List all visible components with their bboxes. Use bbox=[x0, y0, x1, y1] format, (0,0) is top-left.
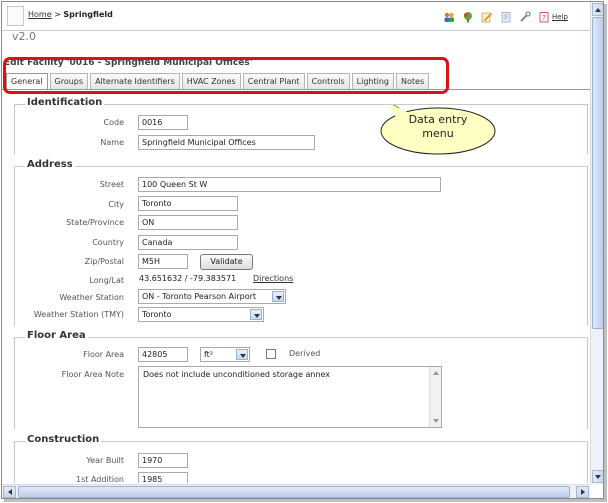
version-label: v2.0 bbox=[12, 30, 37, 43]
derived-checkbox[interactable] bbox=[266, 349, 276, 359]
derived-label: Derived bbox=[289, 349, 321, 358]
frame-shadow bbox=[604, 4, 607, 502]
address-title: Address bbox=[25, 159, 75, 170]
weather-station-tmy-select[interactable]: Toronto bbox=[138, 307, 264, 322]
vertical-scroll-thumb[interactable] bbox=[592, 17, 603, 329]
floor-area-note-textarea[interactable]: Does not include unconditioned storage a… bbox=[138, 366, 442, 428]
frame-shadow bbox=[4, 499, 607, 502]
floor-area-note-text: Does not include unconditioned storage a… bbox=[143, 370, 331, 379]
scroll-up-icon[interactable] bbox=[592, 3, 603, 16]
weather-station-label: Weather Station bbox=[59, 293, 124, 302]
app-window: Home > Springfield ? Help v2.0 Edit Faci… bbox=[1, 1, 604, 499]
top-divider bbox=[2, 30, 590, 31]
street-label: Street bbox=[99, 180, 124, 189]
state-field[interactable]: ON bbox=[138, 215, 238, 230]
tree-icon[interactable] bbox=[462, 11, 474, 23]
validate-button[interactable]: Validate bbox=[200, 254, 253, 270]
floor-area-field[interactable]: 42805 bbox=[138, 347, 188, 362]
zip-field[interactable]: M5H bbox=[138, 254, 188, 269]
longlat-value: 43.651632 / -79.383571 bbox=[139, 274, 237, 283]
chevron-down-icon[interactable] bbox=[272, 291, 284, 302]
directions-link[interactable]: Directions bbox=[253, 274, 293, 283]
floor-area-unit-select[interactable]: ft² bbox=[200, 347, 250, 362]
floor-area-unit-value: ft² bbox=[204, 350, 214, 359]
code-field[interactable]: 0016 bbox=[138, 115, 188, 130]
weather-station-tmy-value: Toronto bbox=[142, 310, 172, 319]
logo bbox=[7, 6, 24, 26]
help-button[interactable]: ? Help bbox=[538, 11, 568, 23]
horizontal-scrollbar[interactable] bbox=[2, 484, 590, 498]
note-icon[interactable] bbox=[500, 11, 512, 23]
weather-station-tmy-label: Weather Station (TMY) bbox=[33, 310, 124, 319]
tab-menu-highlight bbox=[3, 57, 449, 94]
country-label: Country bbox=[92, 238, 124, 247]
help-icon: ? bbox=[539, 12, 549, 23]
name-label: Name bbox=[100, 138, 124, 147]
scroll-left-icon[interactable] bbox=[3, 486, 16, 498]
city-label: City bbox=[108, 200, 124, 209]
weather-station-value: ON - Toronto Pearson Airport bbox=[142, 292, 257, 301]
identification-title: Identification bbox=[25, 97, 105, 108]
longlat-label: Long/Lat bbox=[89, 276, 124, 285]
year-built-label: Year Built bbox=[86, 456, 124, 465]
breadcrumb: Home > Springfield bbox=[28, 10, 113, 19]
edit-icon[interactable] bbox=[481, 11, 493, 23]
callout-text: Data entry menu bbox=[408, 113, 468, 140]
country-field[interactable]: Canada bbox=[138, 235, 238, 250]
name-field[interactable]: Springfield Municipal Offices bbox=[138, 135, 315, 150]
city-field[interactable]: Toronto bbox=[138, 196, 238, 211]
callout-bubble: Data entry menu bbox=[379, 105, 497, 156]
year-built-field[interactable]: 1970 bbox=[138, 453, 188, 468]
horizontal-scroll-thumb[interactable] bbox=[18, 486, 570, 498]
weather-station-select[interactable]: ON - Toronto Pearson Airport bbox=[138, 289, 286, 304]
first-addition-label: 1st Addition bbox=[76, 475, 124, 483]
form-content: Identification Code 0016 Name Springfiel… bbox=[2, 90, 590, 483]
svg-text:?: ? bbox=[542, 14, 546, 22]
construction-title: Construction bbox=[25, 434, 102, 445]
breadcrumb-current: Springfield bbox=[63, 10, 113, 19]
chevron-down-icon[interactable] bbox=[236, 349, 248, 360]
code-label: Code bbox=[103, 118, 124, 127]
zip-label: Zip/Postal bbox=[84, 257, 124, 266]
help-link[interactable]: Help bbox=[552, 13, 568, 21]
chevron-down-icon[interactable] bbox=[250, 309, 262, 320]
breadcrumb-separator: > bbox=[54, 10, 61, 19]
street-field[interactable]: 100 Queen St W bbox=[138, 177, 441, 192]
textarea-scrollbar[interactable] bbox=[429, 367, 441, 427]
scroll-down-icon[interactable] bbox=[592, 470, 603, 483]
floor-area-label: Floor Area bbox=[83, 350, 124, 359]
floor-area-note-label: Floor Area Note bbox=[61, 370, 124, 379]
first-addition-field[interactable]: 1985 bbox=[138, 472, 188, 483]
tools-icon[interactable] bbox=[519, 11, 531, 23]
scroll-right-icon[interactable] bbox=[576, 486, 589, 498]
floor-area-title: Floor Area bbox=[25, 330, 88, 341]
breadcrumb-home-link[interactable]: Home bbox=[28, 10, 52, 19]
users-icon[interactable] bbox=[443, 11, 455, 23]
toolbar: ? Help bbox=[443, 11, 568, 23]
vertical-scrollbar[interactable] bbox=[590, 2, 603, 484]
top-bar: Home > Springfield ? Help bbox=[2, 2, 590, 30]
state-label: State/Province bbox=[66, 218, 124, 227]
